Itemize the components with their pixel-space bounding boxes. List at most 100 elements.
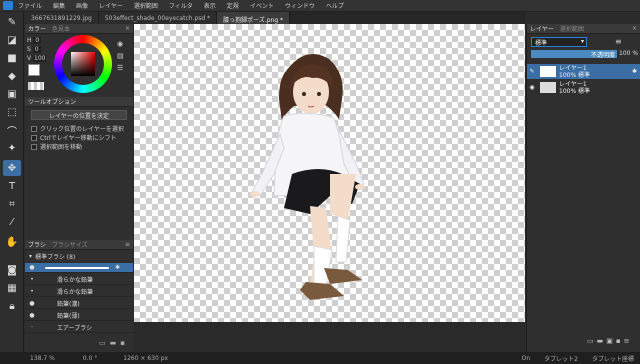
- layer-settings-icon[interactable]: ✱: [632, 68, 637, 75]
- layer-folder-icon[interactable]: ▬: [597, 337, 607, 345]
- lasso-tool-icon[interactable]: ⌒: [3, 122, 21, 138]
- blend-mode-select[interactable]: 標準 ▾: [531, 37, 587, 47]
- selection-tab[interactable]: 選択範囲: [560, 24, 584, 33]
- color-mode-icons: ◉ ▤ ☰: [117, 38, 124, 74]
- menu-ruler[interactable]: 定規: [227, 1, 239, 10]
- brush-dot-icon: ·: [31, 324, 33, 331]
- layer-more-icon[interactable]: ≡: [624, 337, 633, 345]
- rotation-angle[interactable]: 0.0 °: [83, 355, 97, 362]
- brush-lock-icon[interactable]: ✎: [527, 68, 537, 75]
- brush-item[interactable]: ● ✱: [25, 263, 133, 273]
- brush-item[interactable]: • 滑らかな鉛筆: [25, 275, 133, 285]
- ctrl-shift-option[interactable]: Ctrlでレイヤー移動にシフト: [31, 133, 124, 142]
- layer-actions: ▭▬▣▪≡: [587, 337, 633, 345]
- lock-icon[interactable]: 🔒︎: [3, 298, 21, 314]
- hand-tool-icon[interactable]: ✋: [3, 234, 21, 250]
- menu-selection[interactable]: 選択範囲: [134, 1, 158, 10]
- brush-item[interactable]: ● 鉛筆(濃): [25, 299, 133, 309]
- brush-delete-icon[interactable]: ▪: [120, 339, 129, 347]
- list-mode-icon[interactable]: ☰: [117, 62, 124, 74]
- confirm-layer-position-button[interactable]: レイヤーの位置を決定: [31, 110, 127, 120]
- move-selection-option[interactable]: 選択範囲を移動: [31, 142, 124, 151]
- select-tool-icon[interactable]: ⬚: [3, 104, 21, 120]
- foreground-color-swatch[interactable]: [28, 64, 40, 76]
- menu-event[interactable]: イベント: [250, 1, 274, 10]
- layer-row[interactable]: ◉ レイヤー1 100% 標準: [527, 80, 640, 95]
- wheel-mode-icon[interactable]: ◉: [117, 38, 124, 50]
- mask-tool-icon[interactable]: ◙: [3, 262, 21, 278]
- new-layer-icon[interactable]: ▭: [587, 337, 597, 345]
- tool-options-header: ツールオプション: [25, 97, 133, 107]
- canvas[interactable]: [134, 24, 525, 322]
- swatch-tab[interactable]: 色見本: [52, 24, 70, 33]
- transparent-swatch[interactable]: [28, 82, 44, 90]
- eyedropper-icon[interactable]: ⁄: [3, 214, 21, 230]
- brush-item[interactable]: · エアーブラシ: [25, 323, 133, 333]
- text-tool-icon[interactable]: T: [3, 178, 21, 194]
- layer-menu-icon[interactable]: ≡: [615, 37, 625, 47]
- gradient-tool-icon[interactable]: ▣: [3, 86, 21, 102]
- brush-tool-icon[interactable]: ✎: [3, 14, 21, 30]
- crop-tool-icon[interactable]: ⌗: [3, 196, 21, 212]
- shape-tool-icon[interactable]: ■: [3, 50, 21, 66]
- checkbox[interactable]: [31, 125, 37, 132]
- layer-mode-icon[interactable]: ▦: [3, 280, 21, 296]
- opacity-slider[interactable]: 不透明度: [531, 50, 617, 59]
- layer-panel: レイヤー 選択範囲 × 標準 ▾ ≡ 不透明度 100 % ✎ レイヤー1 100…: [526, 24, 640, 352]
- menu-filter[interactable]: フィルタ: [169, 1, 193, 10]
- zoom-level[interactable]: 138.7 %: [30, 355, 55, 362]
- layer-copy-icon[interactable]: ▣: [606, 337, 616, 345]
- layer-name: レイヤー1: [559, 80, 587, 88]
- layer-delete-icon[interactable]: ▪: [616, 337, 624, 345]
- tool-options-checkboxes: クリック位置のレイヤーを選択 Ctrlでレイヤー移動にシフト 選択範囲を移動: [31, 124, 124, 151]
- visibility-icon[interactable]: ◉: [527, 84, 537, 91]
- menu-file[interactable]: ファイル: [18, 1, 42, 10]
- saturation-field[interactable]: 0: [32, 46, 41, 53]
- value-field[interactable]: 100: [33, 55, 47, 62]
- doc-tab-3[interactable]: 膝っ抱脚ポーズ.png *: [217, 12, 291, 24]
- doc-tab-2[interactable]: 503effect_shade_00eyecatch.psd *: [98, 12, 218, 24]
- chevron-down-icon: ▾: [580, 38, 584, 45]
- brush-tab[interactable]: ブラシ: [28, 240, 46, 249]
- hue-field[interactable]: 0: [33, 37, 42, 44]
- fill-tool-icon[interactable]: ◆: [3, 68, 21, 84]
- brush-item[interactable]: • 滑らかな鉛筆: [25, 287, 133, 297]
- checkbox[interactable]: [31, 134, 37, 141]
- panel-close-icon[interactable]: ×: [125, 25, 130, 32]
- layer-row[interactable]: ✎ レイヤー1 100% 標準 ✱: [527, 64, 640, 79]
- select-layer-on-click-option[interactable]: クリック位置のレイヤーを選択: [31, 124, 124, 133]
- menu-layer[interactable]: レイヤー: [99, 1, 123, 10]
- brush-folder-icon[interactable]: ▬: [110, 339, 121, 347]
- hsv-values: H 0 S 0 V 100: [27, 36, 49, 63]
- slider-mode-icon[interactable]: ▤: [117, 50, 124, 62]
- doc-tab-1[interactable]: 3667631891229.jpg: [25, 12, 99, 24]
- menu-window[interactable]: ウィンドウ: [285, 1, 315, 10]
- menu-edit[interactable]: 編集: [53, 1, 65, 10]
- eraser-tool-icon[interactable]: ◪: [3, 32, 21, 48]
- sv-square[interactable]: [71, 52, 95, 76]
- layer-tab[interactable]: レイヤー: [530, 24, 554, 33]
- brush-item[interactable]: ● 鉛筆(薄): [25, 311, 133, 321]
- brush-group[interactable]: ▾ 標準ブラシ (8): [25, 251, 133, 261]
- layer-name: レイヤー1: [559, 64, 587, 72]
- hue-row: H 0: [27, 37, 42, 44]
- brush-settings-icon[interactable]: ✱: [115, 264, 120, 271]
- checkbox-label: クリック位置のレイヤーを選択: [40, 126, 124, 133]
- menu-help[interactable]: ヘルプ: [326, 1, 344, 10]
- menu-image[interactable]: 画像: [76, 1, 88, 10]
- brush-dot-icon: •: [30, 288, 34, 295]
- brush-name: 滑らかな鉛筆: [57, 277, 94, 284]
- magic-wand-icon[interactable]: ✦: [3, 140, 21, 156]
- brush-size-tab[interactable]: ブラシサイズ: [52, 240, 88, 249]
- panel-close-icon[interactable]: ×: [632, 25, 637, 32]
- panel-menu-icon[interactable]: ≡: [125, 241, 130, 248]
- move-tool-icon[interactable]: ✥: [3, 160, 21, 176]
- checkbox[interactable]: [31, 143, 37, 150]
- color-tab[interactable]: カラー: [28, 24, 46, 33]
- opacity-value[interactable]: 100 %: [619, 50, 638, 57]
- new-brush-icon[interactable]: ▭: [99, 339, 110, 347]
- saturation-row: S 0: [27, 46, 41, 53]
- brush-group-label: 標準ブラシ (8): [35, 253, 76, 261]
- layer-thumbnail: [540, 66, 556, 77]
- menu-view[interactable]: 表示: [204, 1, 216, 10]
